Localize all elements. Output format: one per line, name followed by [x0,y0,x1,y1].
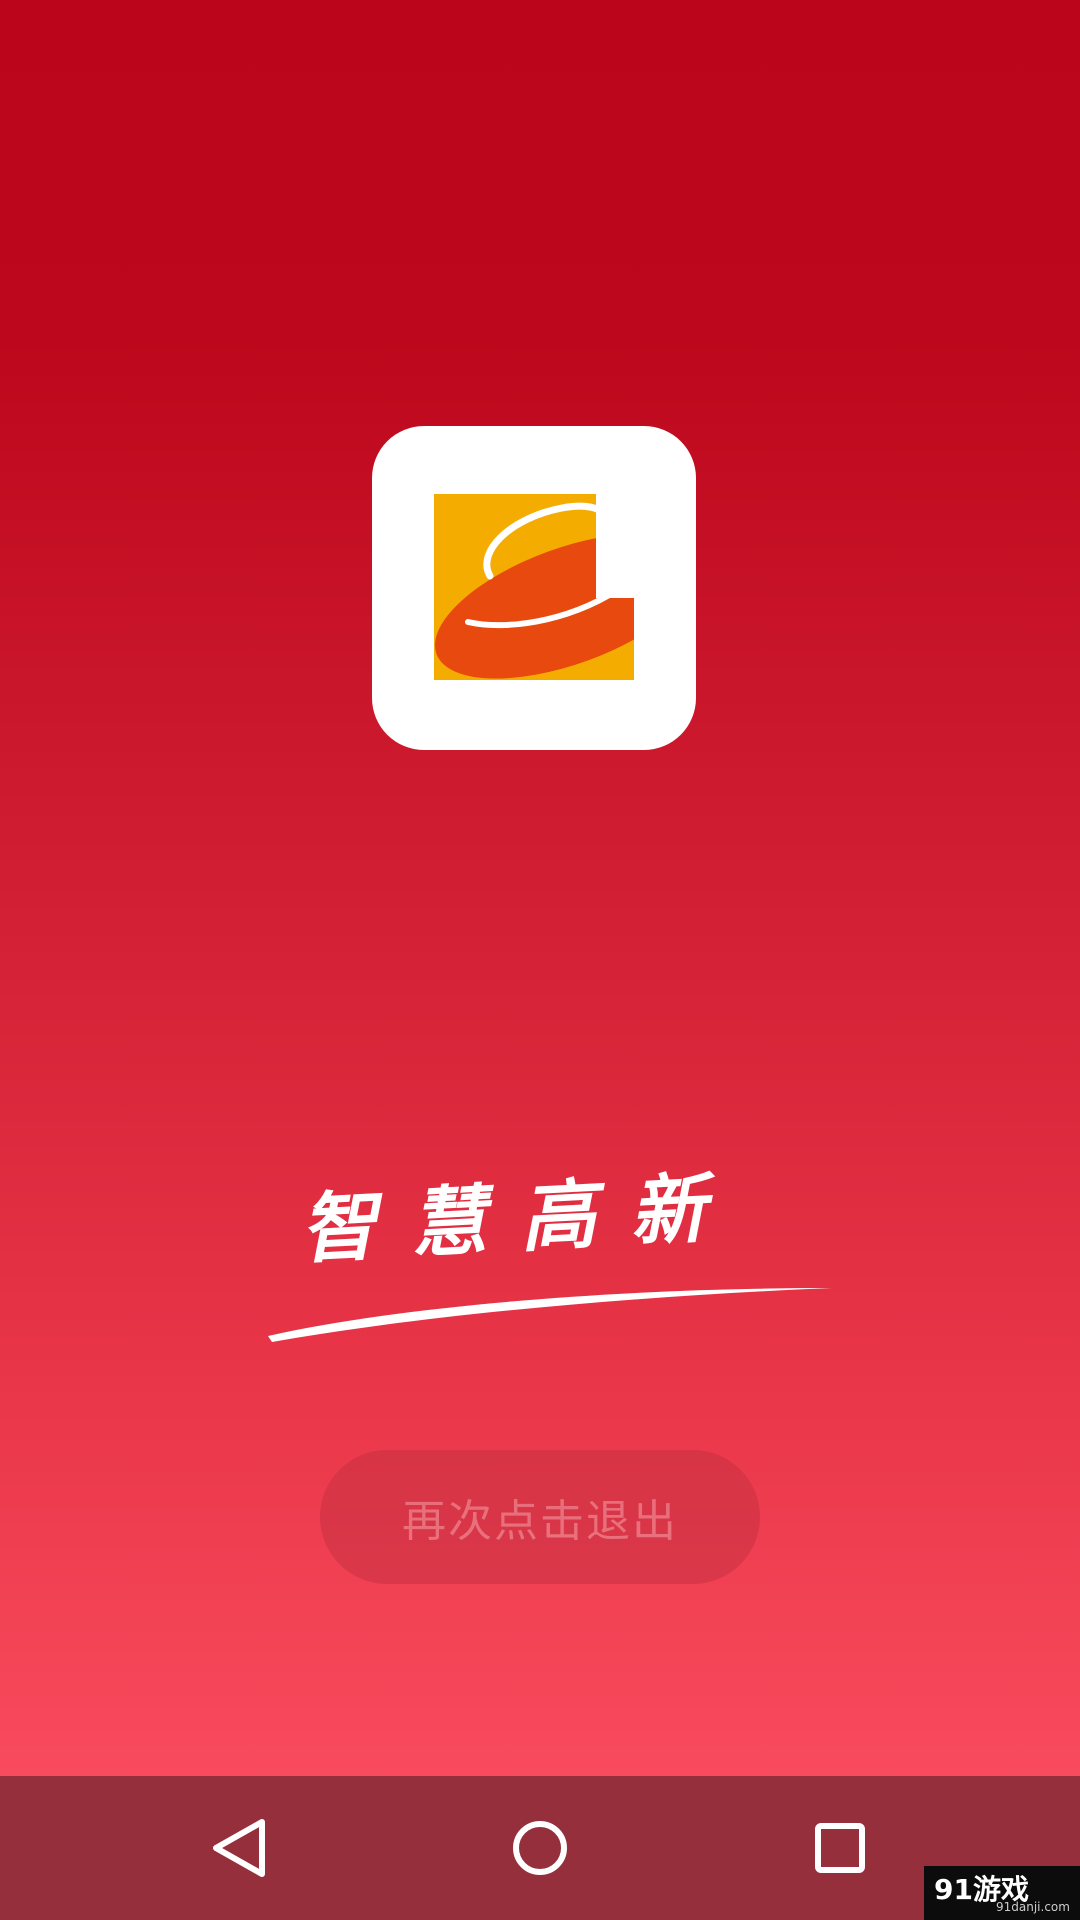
app-slogan: 智慧高新 [260,1162,840,1348]
system-navigation-bar [0,1776,1080,1920]
splash-screen[interactable]: 智慧高新 再次点击退出 91游戏 91danji.com [0,0,1080,1920]
app-logo-icon [372,426,696,750]
home-circle-icon [513,1821,567,1875]
home-button[interactable] [498,1806,582,1890]
recent-apps-button[interactable] [798,1806,882,1890]
recent-apps-square-icon [815,1823,865,1873]
watermark-site: 91danji.com [996,1900,1070,1914]
back-triangle-icon [213,1819,265,1877]
toast-message: 再次点击退出 [402,1496,678,1547]
splash-background: 智慧高新 再次点击退出 [0,0,1080,1776]
slogan-underline [268,1288,832,1342]
site-watermark: 91游戏 91danji.com [924,1866,1080,1920]
exit-toast: 再次点击退出 [320,1450,760,1584]
back-button[interactable] [198,1806,282,1890]
